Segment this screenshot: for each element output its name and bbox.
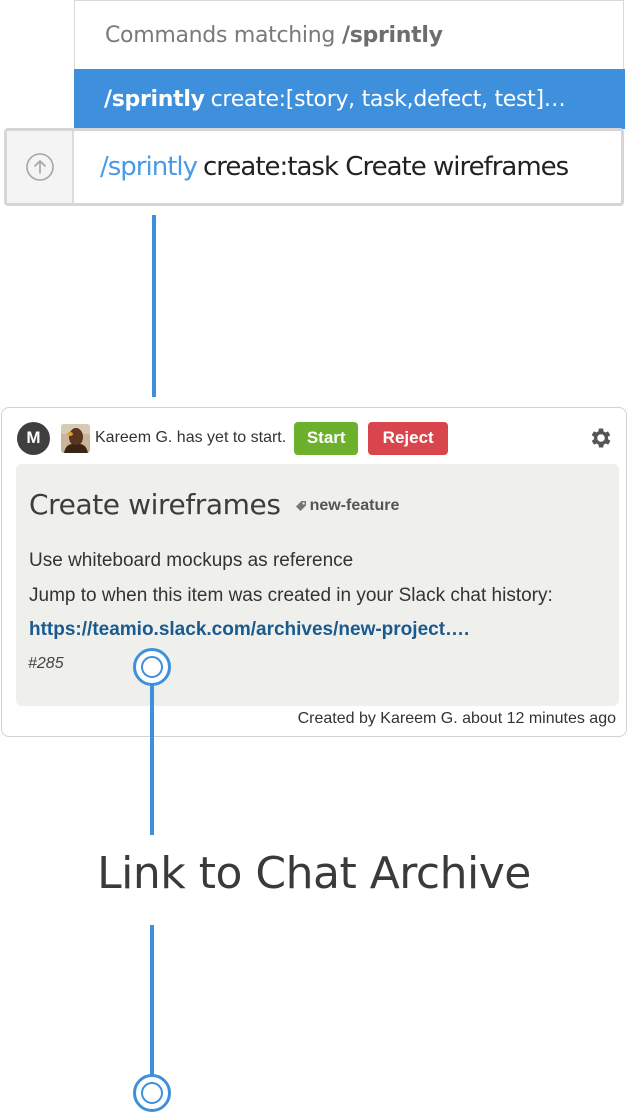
input-command: /sprintly — [100, 152, 198, 182]
connector-line-top — [152, 215, 156, 397]
suggestion-command: /sprintly — [104, 86, 205, 112]
message-input-bar: /sprintly create:task Create wireframes — [4, 128, 624, 206]
command-popup: Commands matching /sprintly /sprintly cr… — [74, 0, 625, 129]
chat-history-text: Jump to when this item was created in yo… — [29, 585, 553, 606]
connector-line-middle — [150, 680, 154, 835]
upload-button[interactable] — [7, 131, 74, 203]
input-command-args: create:task Create wireframes — [203, 152, 569, 182]
task-card: M Kareem G. has yet to start. Start Reje… — [1, 407, 627, 737]
assignee-status: Kareem G. has yet to start. — [95, 429, 287, 446]
upload-arrow-icon — [25, 153, 54, 181]
card-footer: Created by Kareem G. about 12 minutes ag… — [297, 710, 616, 727]
command-popup-header-command: /sprintly — [342, 22, 443, 48]
callout-ring-top — [133, 648, 171, 686]
start-button[interactable]: Start — [294, 421, 359, 455]
gear-icon[interactable] — [588, 425, 614, 451]
annotation-label: Link to Chat Archive — [97, 848, 531, 899]
card-content: Create wireframes new-feature Use whiteb… — [16, 464, 619, 706]
reject-button[interactable]: Reject — [368, 421, 449, 455]
item-title: Create wireframes — [29, 488, 281, 521]
command-suggestion-item[interactable]: /sprintly create:[story, task,defect, te… — [74, 69, 625, 129]
tag-icon — [295, 500, 306, 511]
command-popup-header-prefix: Commands matching — [105, 22, 336, 48]
item-tag[interactable]: new-feature — [295, 496, 400, 515]
card-header: M Kareem G. has yet to start. Start Reje… — [17, 421, 614, 455]
assignee-avatar — [61, 423, 90, 453]
chat-archive-link[interactable]: https://teamio.slack.com/archives/new-pr… — [29, 619, 469, 641]
item-description: Use whiteboard mockups as reference — [29, 550, 354, 571]
callout-ring-bottom — [133, 1074, 171, 1112]
avatar: M — [17, 421, 50, 455]
suggestion-args: create:[story, task,defect, test]… — [210, 86, 566, 112]
connector-line-bottom — [150, 925, 154, 1077]
tag-label: new-feature — [309, 496, 400, 514]
command-popup-header: Commands matching /sprintly — [75, 1, 623, 69]
message-input[interactable]: /sprintly create:task Create wireframes — [74, 131, 621, 203]
item-id: #285 — [28, 655, 64, 672]
item-title-row: Create wireframes new-feature — [29, 488, 399, 521]
